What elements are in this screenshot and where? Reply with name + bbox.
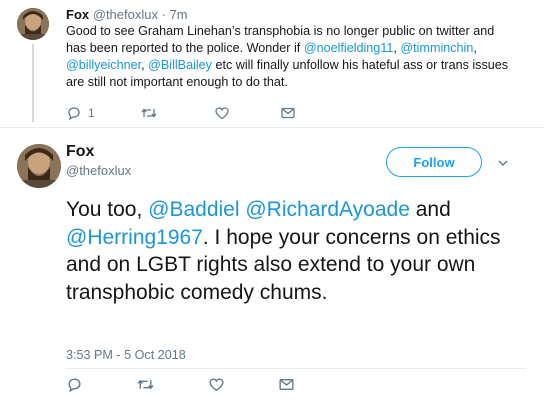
tweet-time[interactable]: 7m <box>170 7 188 22</box>
divider <box>66 368 526 369</box>
main-tweet: Fox @thefoxlux Follow You too, @Baddiel … <box>0 127 544 420</box>
reply-button[interactable]: 1 <box>66 105 95 121</box>
tweet-text: Good to see Graham Linehan’s transphobia… <box>66 23 516 91</box>
like-icon <box>214 105 230 121</box>
mention-link[interactable]: @billyeichner <box>66 58 141 72</box>
tweet-text-segment: and <box>409 198 451 221</box>
reply-icon <box>66 376 83 393</box>
avatar[interactable] <box>17 144 61 188</box>
tweet-text-segment: , <box>473 41 477 55</box>
like-button[interactable] <box>208 376 225 392</box>
username[interactable]: @thefoxlux <box>93 7 158 22</box>
display-name[interactable]: Fox <box>66 7 89 22</box>
separator: · <box>161 7 166 22</box>
mention-link[interactable]: @noelfielding11 <box>304 41 394 55</box>
message-button[interactable] <box>278 376 295 392</box>
message-icon <box>280 105 296 121</box>
parent-tweet: Fox @thefoxlux · 7m Good to see Graham L… <box>0 0 544 127</box>
retweet-button[interactable] <box>140 105 158 121</box>
chevron-down-icon[interactable] <box>497 156 509 168</box>
mention-link[interactable]: @Herring1967 <box>66 226 203 249</box>
reply-button[interactable] <box>66 376 83 392</box>
tweet-header: Fox @thefoxlux · 7m <box>66 7 188 23</box>
like-button[interactable] <box>214 105 230 121</box>
message-icon <box>278 376 295 393</box>
retweet-icon <box>136 376 155 393</box>
avatar[interactable] <box>17 8 49 40</box>
retweet-button[interactable] <box>136 376 155 392</box>
follow-button[interactable]: Follow <box>386 147 482 177</box>
thread-connector <box>32 44 34 122</box>
reply-icon <box>66 105 82 121</box>
reply-count: 1 <box>88 106 95 120</box>
like-icon <box>208 376 225 393</box>
tweet-timestamp[interactable]: 3:53 PM - 5 Oct 2018 <box>66 347 186 363</box>
mention-link[interactable]: @RichardAyoade <box>245 198 410 221</box>
mention-link[interactable]: @Baddiel <box>148 198 239 221</box>
message-button[interactable] <box>280 105 296 121</box>
display-name[interactable]: Fox <box>66 142 94 162</box>
mention-link[interactable]: @BillBailey <box>148 58 212 72</box>
tweet-text: You too, @Baddiel @RichardAyoade and @He… <box>66 196 526 306</box>
username[interactable]: @thefoxlux <box>66 163 131 179</box>
tweet-text-segment: You too, <box>66 198 149 221</box>
retweet-icon <box>140 105 158 121</box>
mention-link[interactable]: @timminchin <box>400 41 473 55</box>
